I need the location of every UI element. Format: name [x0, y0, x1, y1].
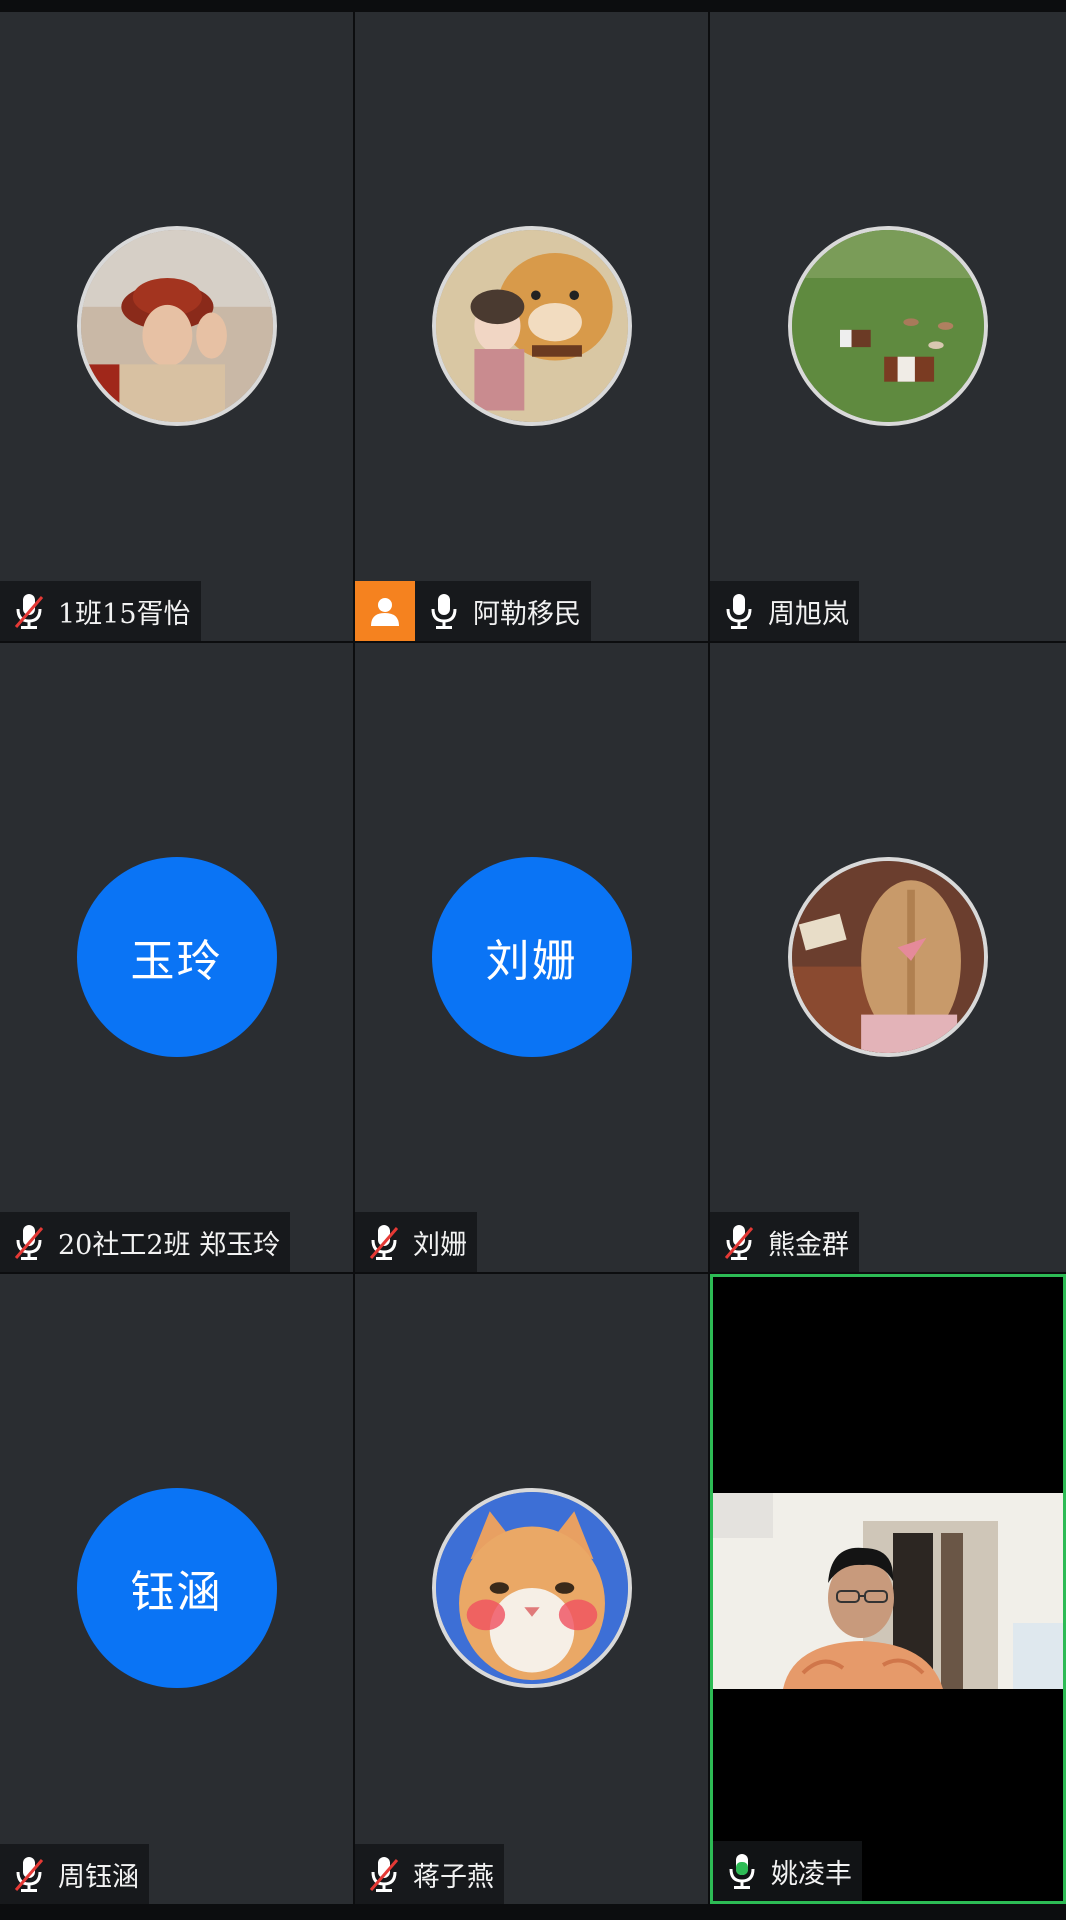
- participant-text-avatar: 玉玲: [76, 857, 277, 1057]
- active-speaker-tile[interactable]: 姚凌丰: [710, 1274, 1066, 1904]
- camera-video-feed: [713, 1493, 1063, 1689]
- participant-label: 周旭岚: [710, 581, 859, 641]
- participant-avatar: [76, 226, 277, 426]
- participant-avatar: [431, 1488, 632, 1688]
- participant-name: 周旭岚: [768, 598, 849, 630]
- name-box: 蒋子燕: [355, 1844, 504, 1904]
- name-box: 姚凌丰: [713, 1841, 862, 1901]
- participant-avatar: [431, 226, 632, 426]
- participant-label: 阿勒移民: [355, 581, 591, 641]
- participant-name: 刘姗: [413, 1229, 467, 1261]
- name-box: 刘姗: [355, 1212, 477, 1272]
- mic-muted-icon[interactable]: [367, 1854, 401, 1894]
- mic-muted-icon[interactable]: [12, 1854, 46, 1894]
- participant-tile[interactable]: 周旭岚: [710, 12, 1066, 641]
- participant-label: 1班15胥怡: [0, 581, 201, 641]
- mic-muted-icon[interactable]: [12, 591, 46, 631]
- participant-label: 20社工2班 郑玉玲: [0, 1212, 291, 1272]
- avatar-image: [435, 230, 628, 422]
- participant-avatar: [788, 226, 988, 426]
- participant-name: 20社工2班 郑玉玲: [58, 1229, 281, 1261]
- participant-name: 周钰涵: [58, 1861, 139, 1893]
- mic-icon[interactable]: [722, 591, 756, 631]
- name-box: 阿勒移民: [415, 581, 591, 641]
- host-badge: [355, 581, 415, 641]
- participant-tile[interactable]: 玉玲 20社工2班 郑玉玲: [0, 643, 353, 1272]
- name-box: 周钰涵: [0, 1844, 149, 1904]
- avatar-image: [80, 230, 273, 422]
- participant-tile[interactable]: 1班15胥怡: [0, 12, 353, 641]
- participant-name: 熊金群: [768, 1229, 849, 1261]
- mic-muted-icon[interactable]: [367, 1222, 401, 1262]
- video-frame: [713, 1493, 1063, 1689]
- mic-speaking-icon[interactable]: [725, 1851, 759, 1891]
- mic-muted-icon[interactable]: [12, 1222, 46, 1262]
- participant-name: 阿勒移民: [473, 598, 581, 630]
- participant-tile[interactable]: 钰涵 周钰涵: [0, 1274, 353, 1904]
- participant-tile[interactable]: 熊金群: [710, 643, 1066, 1272]
- participant-label: 周钰涵: [0, 1844, 149, 1904]
- participant-text-avatar: 刘姗: [431, 857, 632, 1057]
- mic-icon[interactable]: [427, 591, 461, 631]
- participant-tile[interactable]: 阿勒移民: [355, 12, 708, 641]
- participant-grid: 1班15胥怡 阿勒移民 周旭岚 玉玲 20社工2班 郑玉玲 刘姗 刘姗 熊金群 …: [0, 12, 1066, 1908]
- avatar-image: [792, 861, 984, 1053]
- participant-label: 姚凌丰: [713, 1841, 862, 1901]
- name-box: 熊金群: [710, 1212, 859, 1272]
- participant-text-avatar: 钰涵: [76, 1488, 277, 1688]
- name-box: 1班15胥怡: [0, 581, 201, 641]
- participant-label: 蒋子燕: [355, 1844, 504, 1904]
- avatar-image: [792, 230, 984, 422]
- participant-name: 1班15胥怡: [58, 598, 191, 630]
- participant-avatar: [788, 857, 988, 1057]
- name-box: 20社工2班 郑玉玲: [0, 1212, 291, 1272]
- participant-tile[interactable]: 蒋子燕: [355, 1274, 708, 1904]
- avatar-image: [435, 1492, 628, 1684]
- name-box: 周旭岚: [710, 581, 859, 641]
- host-person-icon: [371, 598, 399, 626]
- participant-label: 刘姗: [355, 1212, 477, 1272]
- participant-label: 熊金群: [710, 1212, 859, 1272]
- participant-name: 姚凌丰: [771, 1858, 852, 1890]
- participant-name: 蒋子燕: [413, 1861, 494, 1893]
- mic-muted-icon[interactable]: [722, 1222, 756, 1262]
- participant-tile[interactable]: 刘姗 刘姗: [355, 643, 708, 1272]
